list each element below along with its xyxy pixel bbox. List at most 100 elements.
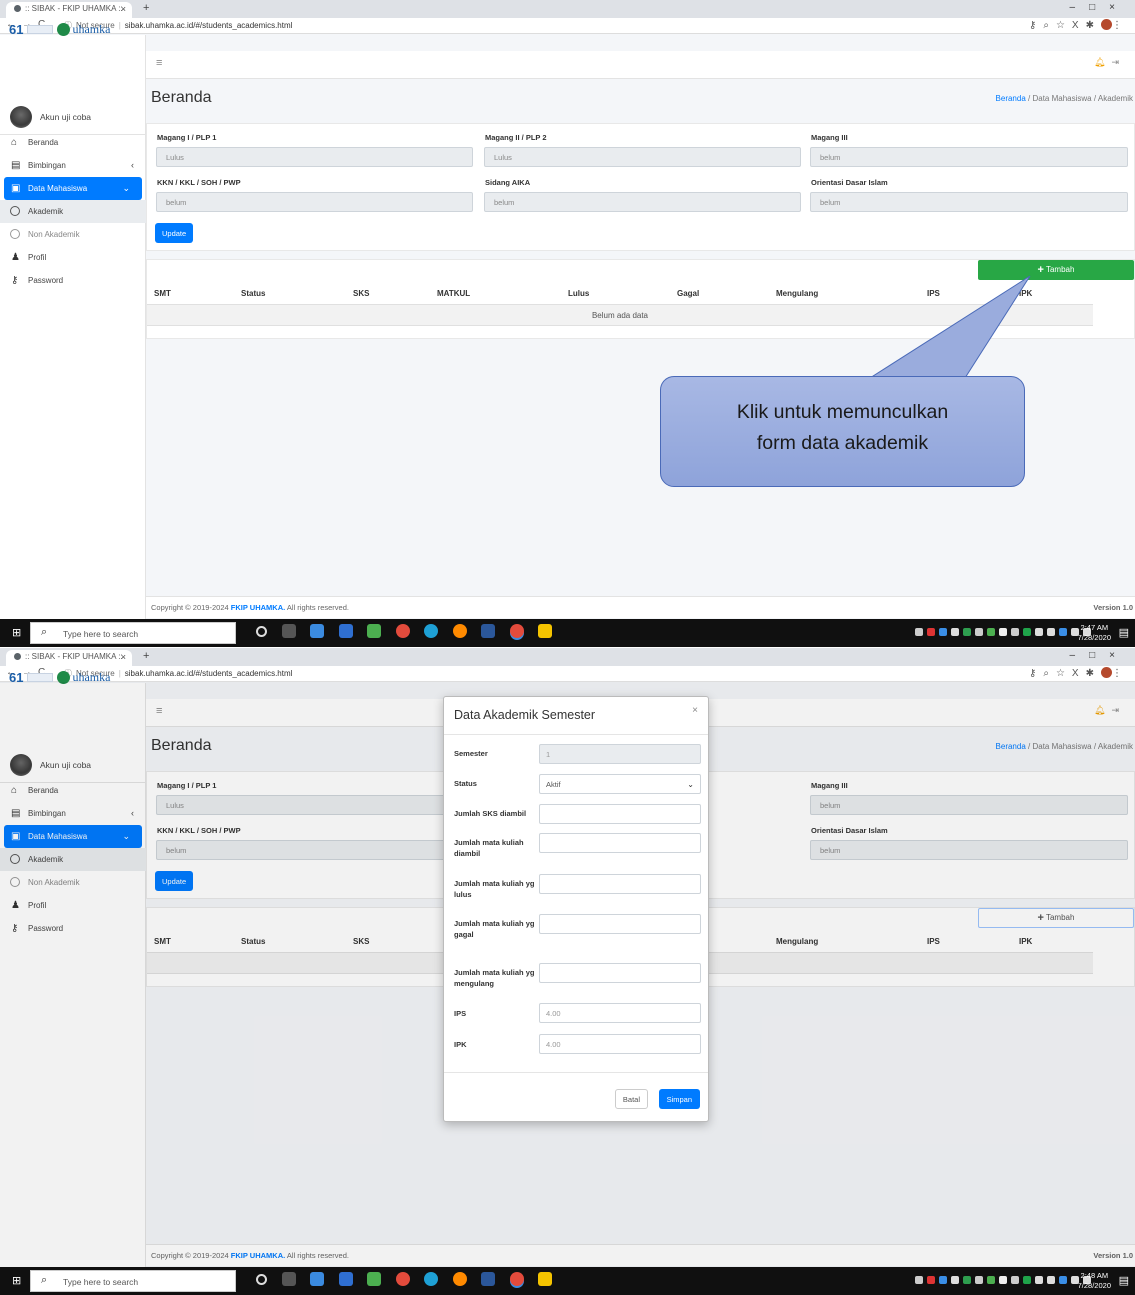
sidebar-item-data-mahasiswa[interactable]: ▣ Data Mahasiswa ⌄ [4, 177, 142, 200]
firefox-icon[interactable] [452, 624, 467, 638]
top-navbar: ≡ 🔔︎⇥ [146, 51, 1135, 79]
battery-icon[interactable] [1047, 627, 1055, 636]
extension-icons[interactable]: ⚷⌕☆X✱ ⋮ [1029, 19, 1129, 31]
chrome-icon[interactable] [395, 1272, 410, 1286]
task-view-icon[interactable] [281, 624, 296, 638]
tray-icon[interactable] [999, 1275, 1007, 1284]
sidebar-item-beranda[interactable]: ⌂ Beranda [0, 131, 146, 154]
new-tab-icon[interactable]: + [143, 650, 149, 662]
tray-icon[interactable] [975, 627, 983, 636]
extension-icons[interactable]: ⚷⌕☆X✱ ⋮ [1029, 667, 1129, 679]
save-button[interactable]: Simpan [658, 1089, 700, 1109]
tray-icon[interactable] [987, 627, 995, 636]
tray-icon[interactable] [951, 627, 959, 636]
edge-icon[interactable] [424, 624, 439, 638]
taskbar-search[interactable]: ⌕ Type here to search [30, 622, 236, 644]
mk-diambil-input[interactable] [539, 833, 701, 853]
word-icon[interactable] [481, 1272, 496, 1286]
user-panel[interactable]: Akun uji coba [0, 99, 146, 135]
tray-icon[interactable] [1023, 1275, 1031, 1284]
jumlah-sks-input[interactable] [539, 804, 701, 824]
taskbar-clock[interactable]: 2:47 AM 7/28/2020 [1078, 623, 1111, 643]
tray-icon[interactable] [987, 1275, 995, 1284]
bluetooth-icon[interactable] [1059, 627, 1067, 636]
mail-icon[interactable] [338, 1272, 353, 1286]
mk-mengulang-input[interactable] [539, 963, 701, 983]
tray-icon[interactable] [951, 1275, 959, 1284]
close-icon[interactable]: × [692, 705, 698, 716]
app-icon[interactable] [367, 1272, 382, 1286]
tray-icon[interactable] [999, 627, 1007, 636]
browser-tab[interactable]: :: SIBAK - FKIP UHAMKA :: × [6, 2, 132, 18]
app-icon[interactable] [538, 624, 553, 638]
tray-icon[interactable] [1011, 627, 1019, 636]
volume-icon[interactable] [1035, 1275, 1043, 1284]
ips-input[interactable]: 4.00 [539, 1003, 701, 1023]
sidebar-item-profil[interactable]: ♟ Profil [0, 246, 146, 269]
tray-icon[interactable] [1011, 1275, 1019, 1284]
window-controls-icon[interactable]: –□× [1070, 2, 1129, 13]
tambah-button[interactable]: + Tambah [978, 260, 1134, 280]
app-icon[interactable] [367, 624, 382, 638]
hamburger-icon[interactable]: ≡ [156, 57, 162, 69]
edge-icon[interactable] [424, 1272, 439, 1286]
copyright-brand-link[interactable]: FKIP UHAMKA. [231, 603, 285, 612]
bluetooth-icon[interactable] [1059, 1275, 1067, 1284]
tray-icon[interactable] [963, 627, 971, 636]
windows-start-icon[interactable]: ⊞ [12, 627, 24, 639]
close-tab-icon[interactable]: × [121, 652, 126, 662]
tray-icon[interactable] [1023, 627, 1031, 636]
volume-icon[interactable] [1035, 627, 1043, 636]
cancel-button[interactable]: Batal [614, 1089, 648, 1109]
tray-icon[interactable] [975, 1275, 983, 1284]
profile-avatar-icon[interactable] [1101, 667, 1112, 678]
tray-icon[interactable] [915, 1275, 923, 1284]
window-controls-icon[interactable]: –□× [1070, 650, 1129, 661]
bell-icon[interactable]: 🔔︎ [1094, 57, 1111, 67]
battery-icon[interactable] [1047, 1275, 1055, 1284]
browser-tabstrip: :: SIBAK - FKIP UHAMKA :: × + –□× [0, 0, 1135, 18]
sidang-aika-field: belum [484, 192, 801, 212]
chrome-active-icon[interactable] [509, 1272, 524, 1286]
cortana-icon[interactable] [256, 1273, 267, 1285]
file-explorer-icon[interactable] [310, 1272, 325, 1286]
tray-icon[interactable] [915, 627, 923, 636]
windows-start-icon[interactable]: ⊞ [12, 1275, 24, 1287]
task-view-icon[interactable] [281, 1272, 296, 1286]
logout-icon[interactable]: ⇥ [1111, 57, 1125, 67]
taskbar-clock[interactable]: 2:48 AM 7/28/2020 [1078, 1271, 1111, 1291]
file-explorer-icon[interactable] [310, 624, 325, 638]
app-logo[interactable]: 61 uhamka [9, 22, 110, 37]
chrome-icon[interactable] [395, 624, 410, 638]
mk-gagal-input[interactable] [539, 914, 701, 934]
tray-icon[interactable] [963, 1275, 971, 1284]
tray-icon[interactable] [939, 627, 947, 636]
word-icon[interactable] [481, 624, 496, 638]
chrome-active-icon[interactable] [509, 624, 524, 638]
app-icon[interactable] [538, 1272, 553, 1286]
mail-icon[interactable] [338, 624, 353, 638]
sidebar-item-akademik[interactable]: Akademik [0, 200, 146, 223]
status-select[interactable]: Aktif ⌄ [539, 774, 701, 794]
close-tab-icon[interactable]: × [121, 4, 126, 14]
breadcrumb-akademik: Akademik [1097, 94, 1133, 103]
profile-avatar-icon[interactable] [1101, 19, 1112, 30]
taskbar-search[interactable]: ⌕ Type here to search [30, 1270, 236, 1292]
tray-icon[interactable] [939, 1275, 947, 1284]
breadcrumb-beranda[interactable]: Beranda [996, 94, 1026, 103]
sidebar-item-password[interactable]: ⚷ Password [0, 269, 146, 292]
notification-icon[interactable]: ▤ [1119, 626, 1129, 639]
update-button[interactable]: Update [155, 223, 194, 243]
new-tab-icon[interactable]: + [143, 2, 149, 14]
cortana-icon[interactable] [256, 625, 267, 637]
sidebar-item-non-akademik[interactable]: Non Akademik [0, 223, 146, 246]
mk-lulus-input[interactable] [539, 874, 701, 894]
notification-icon[interactable]: ▤ [1119, 1274, 1129, 1287]
avatar [10, 106, 32, 128]
ipk-input[interactable]: 4.00 [539, 1034, 701, 1054]
tray-icon[interactable] [927, 627, 935, 636]
browser-tab[interactable]: :: SIBAK - FKIP UHAMKA :: × [6, 650, 132, 666]
tray-icon[interactable] [927, 1275, 935, 1284]
sidebar-item-bimbingan[interactable]: ▤ Bimbingan ‹ [0, 154, 146, 177]
firefox-icon[interactable] [452, 1272, 467, 1286]
